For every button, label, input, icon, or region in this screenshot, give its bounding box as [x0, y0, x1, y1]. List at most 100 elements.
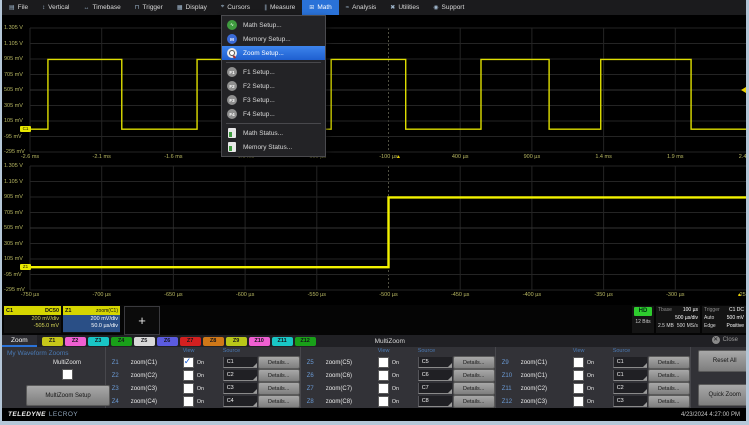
add-trace-button[interactable]: +: [124, 306, 160, 335]
tab-z8[interactable]: Z8: [203, 337, 224, 346]
view-checkbox-z8[interactable]: [378, 396, 389, 407]
view-checkbox-z3[interactable]: [183, 383, 194, 394]
trigger-box[interactable]: TriggerC1 DC Auto500 mV EdgePositive: [702, 306, 746, 333]
menu-support[interactable]: ◉Support: [426, 0, 471, 15]
menu-item-math-status[interactable]: Math Status...: [222, 126, 325, 140]
z1-descriptor-box[interactable]: Z1 zoom(C1) 200 mV/div 50.0 µs/div: [63, 306, 120, 333]
view-checkbox-z10[interactable]: [573, 370, 584, 381]
tab-z6[interactable]: Z6: [157, 337, 178, 346]
details-button-z7[interactable]: Details...: [453, 382, 495, 395]
tab-multizoom[interactable]: MultiZoom: [375, 338, 405, 345]
details-button-z10[interactable]: Details...: [648, 369, 690, 382]
view-checkbox-z6[interactable]: [378, 370, 389, 381]
tab-z11[interactable]: Z11: [272, 337, 293, 346]
tab-z5[interactable]: Z5: [134, 337, 155, 346]
menu-item-f3-setup[interactable]: F3F3 Setup...: [222, 93, 325, 107]
menu-item-memory-setup[interactable]: MMemory Setup...: [222, 32, 325, 46]
menu-trigger[interactable]: ⊓Trigger: [128, 0, 170, 15]
source-field-z4[interactable]: C4: [223, 396, 257, 407]
source-field-z5[interactable]: C5: [418, 357, 452, 368]
z1-offset-marker[interactable]: Z1: [20, 264, 31, 270]
menu-cursors[interactable]: ⌖Cursors: [214, 0, 257, 15]
tab-zoom[interactable]: Zoom: [2, 335, 37, 347]
zoom-id-label: Z2: [112, 373, 129, 379]
source-field-z11[interactable]: C2: [613, 383, 647, 394]
y-axis-label: 305 mV: [4, 103, 30, 109]
tab-z12[interactable]: Z12: [295, 337, 316, 346]
trigger-time-marker[interactable]: ▲: [737, 293, 742, 298]
menu-item-f4-setup[interactable]: F4F4 Setup...: [222, 107, 325, 121]
menu-file[interactable]: ▤File: [2, 0, 35, 15]
menu-item-f2-setup[interactable]: F2F2 Setup...: [222, 79, 325, 93]
details-button-z12[interactable]: Details...: [648, 395, 690, 408]
menu-item-math-setup[interactable]: ∿Math Setup...: [222, 18, 325, 32]
on-label: On: [197, 373, 204, 379]
details-button-z11[interactable]: Details...: [648, 382, 690, 395]
source-field-z1[interactable]: C1: [223, 357, 257, 368]
menu-timebase[interactable]: ↔Timebase: [76, 0, 127, 15]
source-field-z2[interactable]: C2: [223, 370, 257, 381]
tab-z10[interactable]: Z10: [249, 337, 270, 346]
menu-separator: [226, 123, 321, 124]
details-button-z6[interactable]: Details...: [453, 369, 495, 382]
c1-descriptor-box[interactable]: C1 DC50 200 mV/div -505.0 mV: [4, 306, 61, 333]
menu-item-zoom-setup[interactable]: Zoom Setup...: [222, 46, 325, 60]
quick-zoom-button[interactable]: Quick Zoom: [698, 384, 746, 406]
menu-utilities[interactable]: ✖Utilities: [383, 0, 426, 15]
view-checkbox-z11[interactable]: [573, 383, 584, 394]
source-field-z6[interactable]: C6: [418, 370, 452, 381]
clock: 4/23/2024 4:27:00 PM: [681, 412, 740, 418]
y-axis-label: -95 mV: [4, 134, 30, 140]
source-field-z7[interactable]: C7: [418, 383, 452, 394]
details-button-z4[interactable]: Details...: [258, 395, 300, 408]
z1-trace: [30, 197, 746, 267]
on-label: On: [197, 399, 204, 405]
main-waveform-grid[interactable]: 1.305 V1.105 V905 mV705 mV505 mV305 mV10…: [2, 15, 746, 163]
view-checkbox-z12[interactable]: [573, 396, 584, 407]
multizoom-checkbox[interactable]: [62, 369, 73, 380]
menu-measure[interactable]: ∥Measure: [257, 0, 302, 15]
zoom-id-label: Z9: [502, 360, 519, 366]
source-field-z3[interactable]: C3: [223, 383, 257, 394]
c1-offset-marker[interactable]: C1: [20, 126, 31, 132]
menu-item-f1-setup[interactable]: F1F1 Setup...: [222, 65, 325, 79]
view-checkbox-z4[interactable]: [183, 396, 194, 407]
view-checkbox-z9[interactable]: [573, 357, 584, 368]
details-button-z5[interactable]: Details...: [453, 356, 495, 369]
source-field-z10[interactable]: C1: [613, 370, 647, 381]
trigger-time-marker[interactable]: ▲: [396, 155, 401, 160]
multizoom-setup-button[interactable]: MultiZoom Setup: [26, 385, 110, 406]
zoom-waveform-grid[interactable]: 1.305 V1.105 V905 mV705 mV505 mV305 mV10…: [2, 163, 746, 305]
tab-z1[interactable]: Z1: [42, 337, 63, 346]
view-checkbox-z7[interactable]: [378, 383, 389, 394]
tab-z4[interactable]: Z4: [111, 337, 132, 346]
tab-z3[interactable]: Z3: [88, 337, 109, 346]
source-field-z12[interactable]: C3: [613, 396, 647, 407]
reset-all-button[interactable]: Reset All: [698, 350, 746, 372]
menu-math[interactable]: ⊞Math: [302, 0, 338, 15]
utilities-icon: ✖: [390, 4, 395, 11]
view-checkbox-z2[interactable]: [183, 370, 194, 381]
menu-analysis[interactable]: ≈Analysis: [339, 0, 384, 15]
details-button-z2[interactable]: Details...: [258, 369, 300, 382]
menu-display[interactable]: ▦Display: [170, 0, 214, 15]
plus-icon: +: [138, 313, 146, 328]
y-axis-label: 1.105 V: [4, 41, 30, 47]
menu-item-memory-status[interactable]: Memory Status...: [222, 140, 325, 154]
tab-z7[interactable]: Z7: [180, 337, 201, 346]
details-button-z8[interactable]: Details...: [453, 395, 495, 408]
tab-z9[interactable]: Z9: [226, 337, 247, 346]
y-axis-label: 1.305 V: [4, 163, 30, 169]
timebase-box[interactable]: Tbase100 µs 500 µs/div 2.5 MB500 MS/s: [656, 306, 700, 333]
source-field-z8[interactable]: C8: [418, 396, 452, 407]
details-button-z9[interactable]: Details...: [648, 356, 690, 369]
menu-vertical[interactable]: ↕Vertical: [35, 0, 76, 15]
source-field-z9[interactable]: C1: [613, 357, 647, 368]
view-checkbox-z1[interactable]: [183, 357, 194, 368]
close-button[interactable]: ✕ Close: [712, 336, 738, 344]
details-button-z3[interactable]: Details...: [258, 382, 300, 395]
tab-z2[interactable]: Z2: [65, 337, 86, 346]
hd-mode-box[interactable]: HD 12 Bits: [632, 306, 654, 333]
view-checkbox-z5[interactable]: [378, 357, 389, 368]
details-button-z1[interactable]: Details...: [258, 356, 300, 369]
